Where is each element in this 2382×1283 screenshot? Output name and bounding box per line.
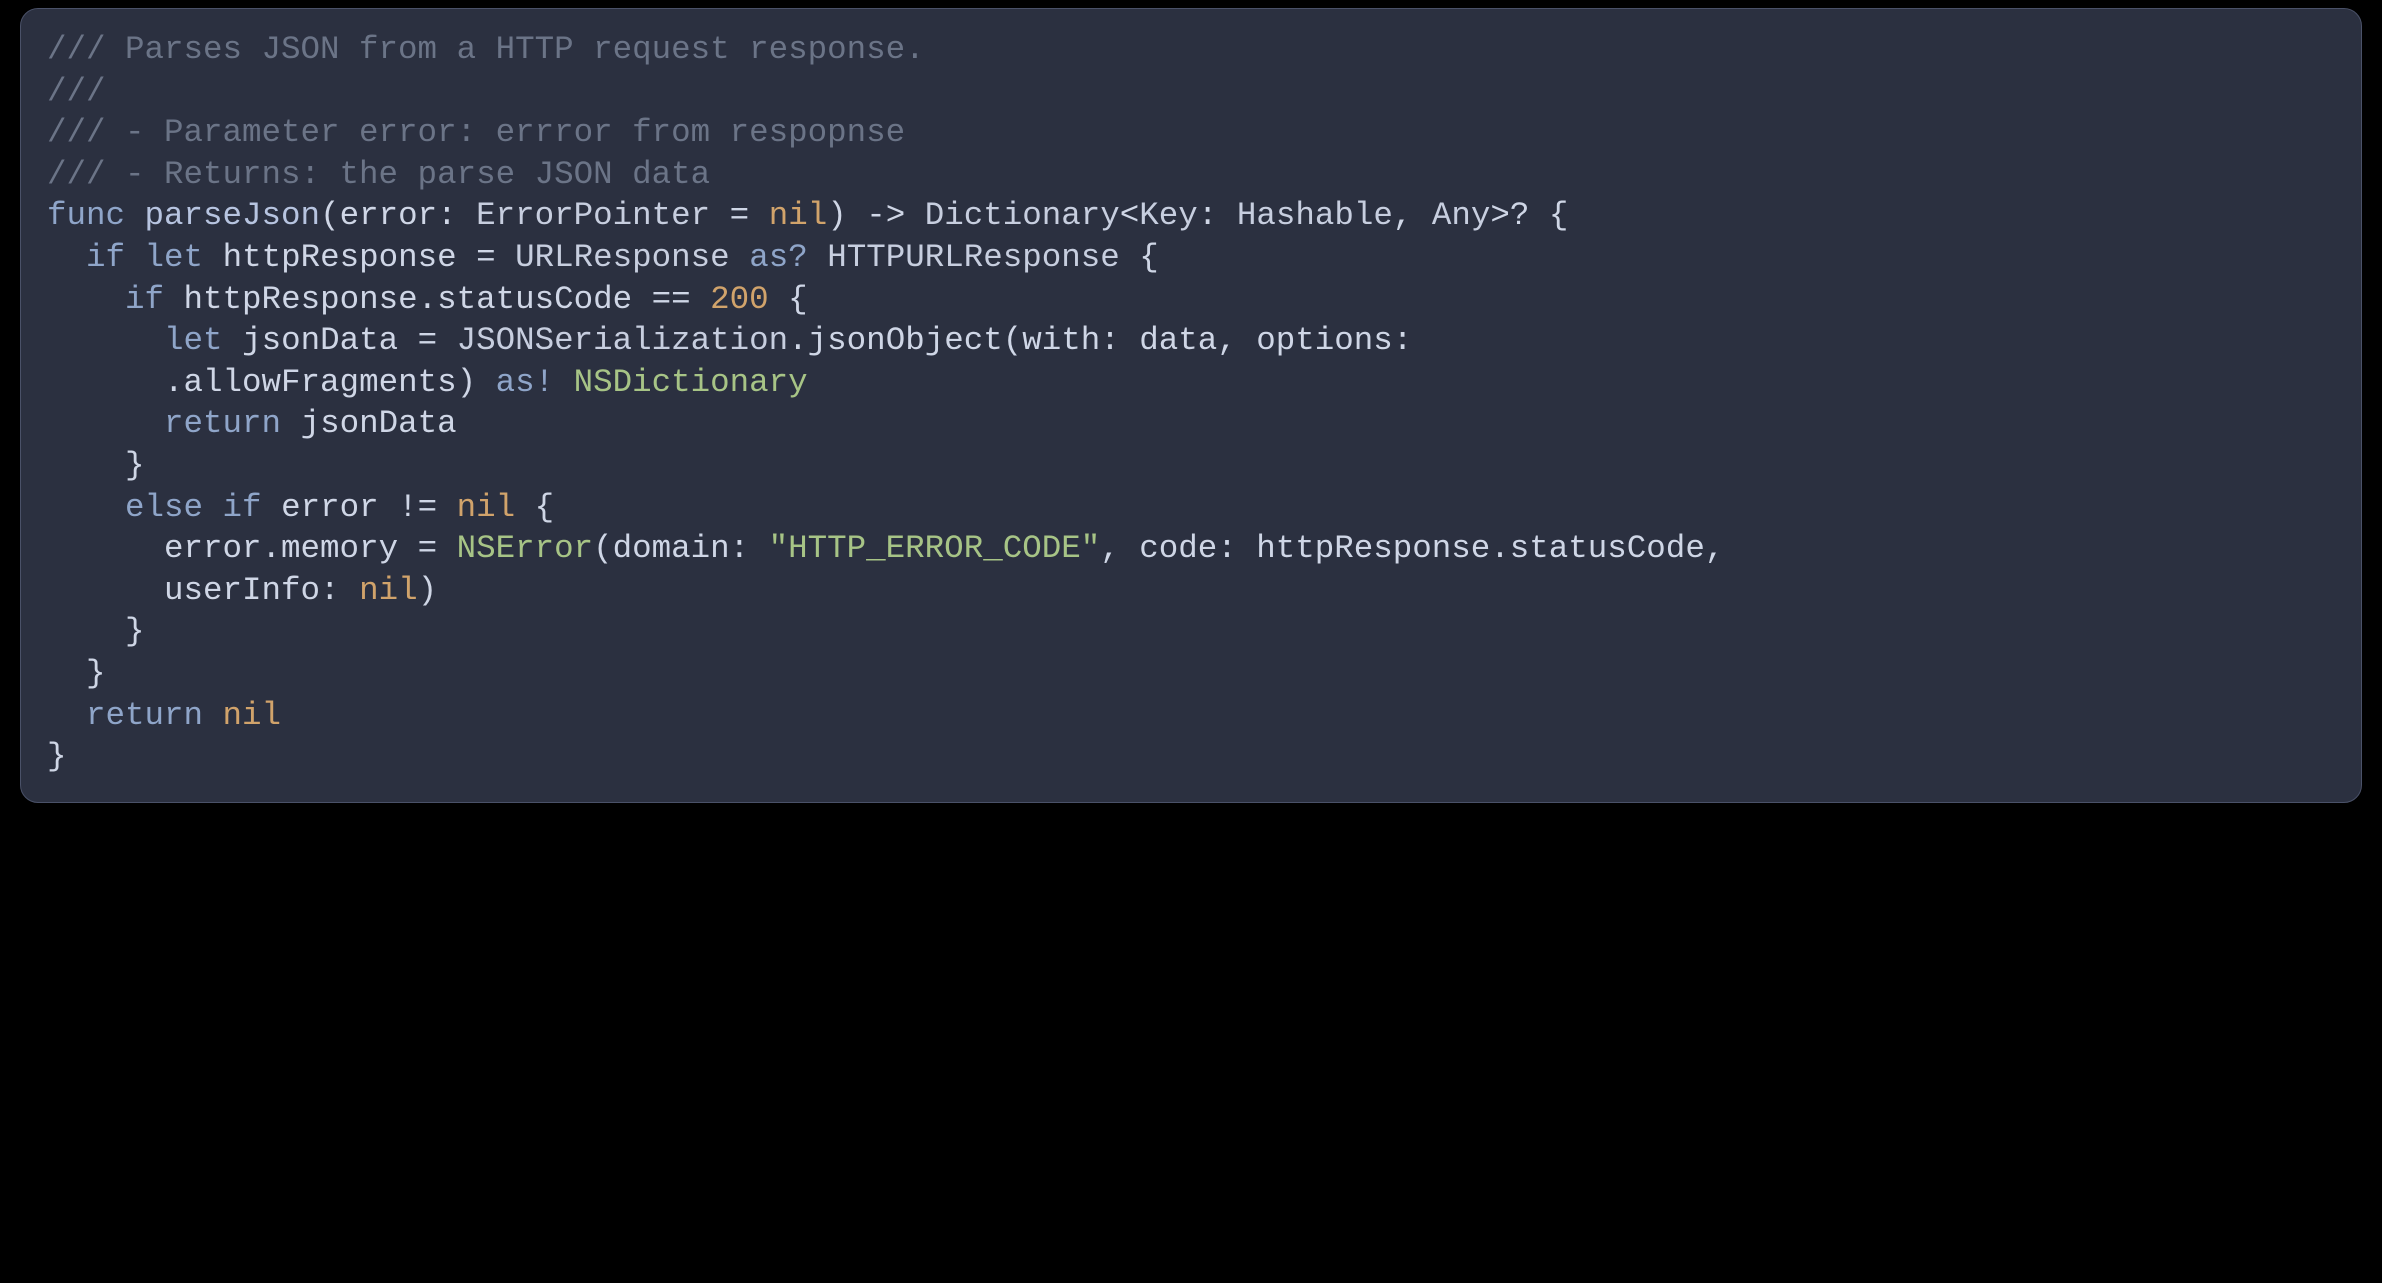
code-snippet-card: /// Parses JSON from a HTTP request resp… — [20, 8, 2362, 803]
function-name: parseJson — [145, 197, 321, 234]
type: Any — [1432, 197, 1491, 234]
type: NSDictionary — [554, 364, 808, 401]
brace: } — [47, 655, 106, 692]
punct: , — [1217, 322, 1256, 359]
keyword-let: let — [145, 239, 204, 276]
identifier: error — [262, 489, 399, 526]
brace: } — [47, 738, 67, 775]
indent — [47, 572, 164, 609]
type: URLResponse — [515, 239, 730, 276]
indent — [47, 322, 164, 359]
keyword-else: else — [125, 489, 203, 526]
comment-line: /// - Parameter error: errror from respo… — [47, 114, 905, 151]
punct: : — [437, 197, 476, 234]
indent — [47, 364, 164, 401]
brace: } — [47, 447, 145, 484]
call: .jsonObject( — [788, 322, 1022, 359]
keyword-if: if — [223, 489, 262, 526]
expr: httpResponse.statusCode — [184, 281, 652, 318]
comment-line: /// Parses JSON from a HTTP request resp… — [47, 31, 925, 68]
brace: { — [1120, 239, 1159, 276]
literal-nil: nil — [769, 197, 828, 234]
punct: ) — [827, 197, 847, 234]
indent — [47, 239, 86, 276]
punct: : — [1393, 322, 1413, 359]
keyword-return: return — [164, 405, 281, 442]
brace: { — [769, 281, 808, 318]
space — [223, 322, 243, 359]
keyword-func: func — [47, 197, 125, 234]
punct: , — [1393, 197, 1432, 234]
brace: { — [515, 489, 554, 526]
punct: = — [710, 197, 769, 234]
punct: < — [1120, 197, 1140, 234]
comment-line: /// — [47, 73, 106, 110]
comment-line: /// - Returns: the parse JSON data — [47, 156, 710, 193]
punct: : — [1100, 322, 1139, 359]
op-neq: != — [398, 489, 437, 526]
identifier: jsonData — [281, 405, 457, 442]
space — [730, 239, 750, 276]
punct: ) — [418, 572, 438, 609]
literal-nil: nil — [359, 572, 418, 609]
brace: } — [47, 613, 145, 650]
literal-nil: nil — [437, 489, 515, 526]
punct: ( — [320, 197, 340, 234]
string-literal: "HTTP_ERROR_CODE" — [769, 530, 1101, 567]
type: HTTPURLResponse — [827, 239, 1120, 276]
call: (domain: — [593, 530, 769, 567]
space — [808, 239, 828, 276]
punct: = — [457, 239, 516, 276]
arg-label: with — [1022, 322, 1100, 359]
identifier: data — [1139, 322, 1217, 359]
identifier: jsonData — [242, 322, 398, 359]
keyword-asbang: as! — [496, 364, 555, 401]
type: NSError — [457, 530, 594, 567]
indent — [47, 405, 164, 442]
arg-label: userInfo: — [164, 572, 359, 609]
space — [164, 281, 184, 318]
keyword-if: if — [86, 239, 125, 276]
keyword-let: let — [164, 322, 223, 359]
indent — [47, 530, 164, 567]
punct: = — [398, 322, 457, 359]
indent — [47, 281, 125, 318]
indent — [47, 489, 125, 526]
punct: ? — [1510, 197, 1530, 234]
space — [203, 489, 223, 526]
call-tail: , code: httpResponse.statusCode, — [1100, 530, 1724, 567]
keyword-return: return — [86, 697, 203, 734]
keyword-asq: as? — [749, 239, 808, 276]
type: Hashable — [1237, 197, 1393, 234]
number: 200 — [691, 281, 769, 318]
space — [203, 239, 223, 276]
type: JSONSerialization — [457, 322, 789, 359]
type: Dictionary — [925, 197, 1120, 234]
indent — [47, 697, 86, 734]
arg-label: options — [1256, 322, 1393, 359]
type: ErrorPointer — [476, 197, 710, 234]
type: Key — [1139, 197, 1198, 234]
space — [125, 197, 145, 234]
punct: > — [1490, 197, 1510, 234]
identifier: httpResponse — [223, 239, 457, 276]
brace: { — [1529, 197, 1568, 234]
expr: error.memory = — [164, 530, 457, 567]
keyword-if: if — [125, 281, 164, 318]
space — [125, 239, 145, 276]
punct: : — [1198, 197, 1237, 234]
op-eqeq: == — [652, 281, 691, 318]
param-name: error — [340, 197, 438, 234]
literal-nil: nil — [203, 697, 281, 734]
enum-case: .allowFragments) — [164, 364, 496, 401]
arrow: -> — [847, 197, 925, 234]
